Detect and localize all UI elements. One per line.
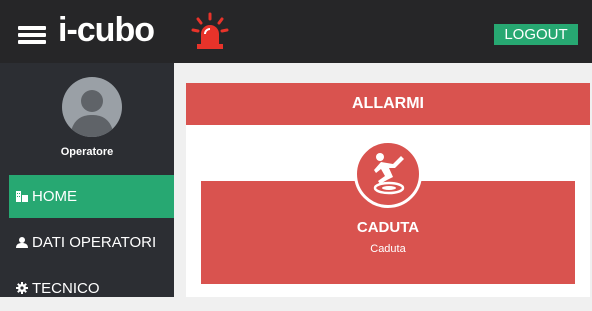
sidebar-item-label: HOME <box>32 188 77 205</box>
username-label: Operatore <box>60 146 114 158</box>
user-icon <box>16 222 28 265</box>
sidebar-item-home[interactable]: HOME <box>9 175 174 218</box>
sidebar-item-dati-operatori[interactable]: DATI OPERATORI <box>9 221 174 264</box>
alarms-panel: ALLARMI CADUTA Caduta <box>186 83 590 297</box>
sidebar-item-label: TECNICO <box>32 280 100 297</box>
siren-icon[interactable] <box>190 12 230 52</box>
logout-button[interactable]: LOGOUT <box>494 24 578 45</box>
sidebar-item-tecnico[interactable]: TECNICO <box>9 267 174 310</box>
gear-icon <box>16 268 28 311</box>
panel-title: ALLARMI <box>186 83 590 125</box>
app-logo: i-cubo <box>58 11 155 49</box>
alarm-subtitle: Caduta <box>370 243 406 255</box>
top-bar: i-cubo LOGOUT <box>0 0 592 63</box>
building-icon <box>16 176 28 219</box>
sidebar: Operatore HOME DATI OPERATORI TECNICO <box>0 63 174 297</box>
sidebar-item-label: DATI OPERATORI <box>32 234 157 251</box>
main-content: ALLARMI CADUTA Caduta <box>174 63 592 297</box>
menu-icon[interactable] <box>18 26 46 44</box>
alarm-title: CADUTA <box>356 219 420 236</box>
avatar <box>62 77 122 137</box>
fall-icon <box>354 140 422 208</box>
